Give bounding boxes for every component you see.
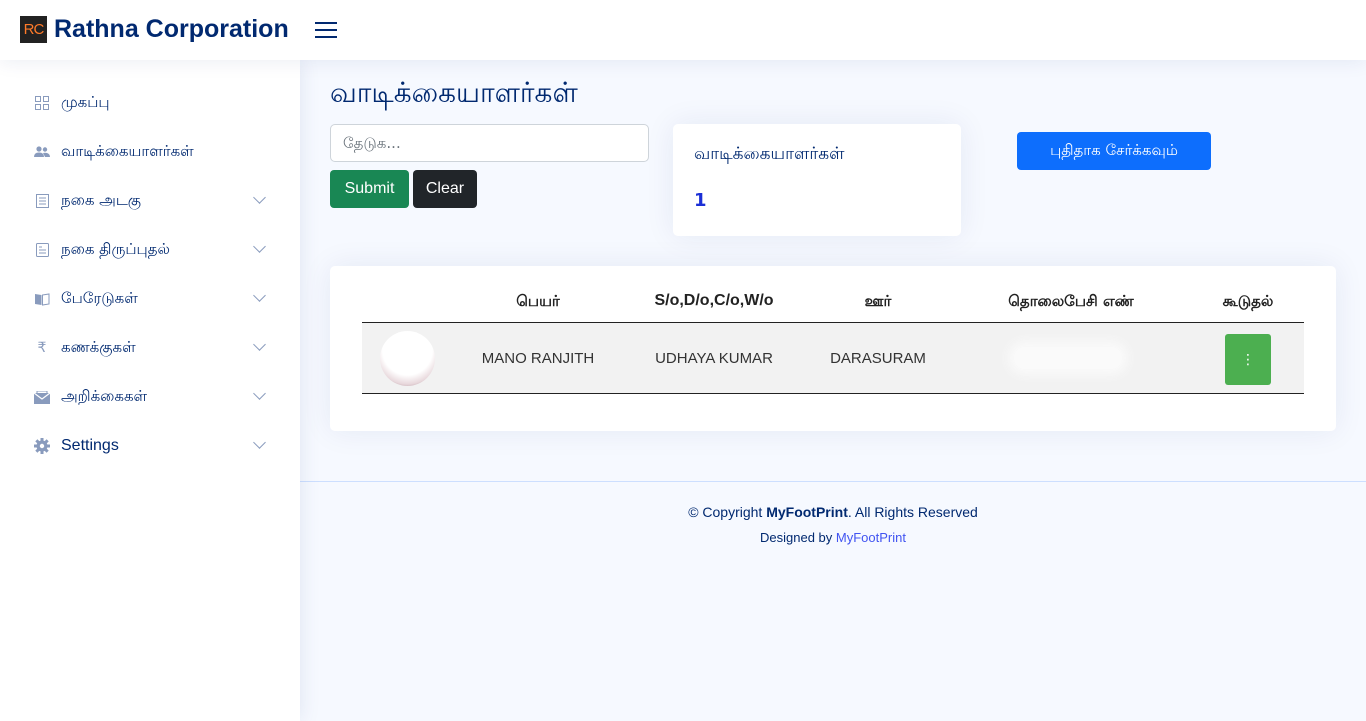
cell-name: MANO RANJITH [481, 350, 595, 367]
chevron-down-icon [253, 240, 266, 253]
people-icon [34, 144, 50, 160]
chevron-down-icon [253, 387, 266, 400]
chevron-down-icon [253, 338, 266, 351]
column-header-place: ஊர் [864, 292, 892, 310]
column-header-name: பெயர் [516, 292, 560, 310]
brand-name: Rathna Corporation [54, 15, 289, 43]
document-icon [34, 193, 50, 209]
credits: Designed by MyFootPrint [300, 530, 1366, 545]
sidebar-item-home[interactable]: முகப்பு [34, 90, 274, 116]
chevron-down-icon [253, 191, 266, 204]
designer-link[interactable]: MyFootPrint [836, 530, 906, 545]
chevron-down-icon [253, 289, 266, 302]
chevron-down-icon [253, 436, 266, 449]
column-header-phone: தொலைபேசி எண் [1008, 292, 1134, 310]
sidebar-item-label: நகை திருப்புதல் [61, 240, 170, 258]
cell-phone-redacted [1014, 347, 1122, 369]
copyright-suffix: . All Rights Reserved [847, 504, 978, 520]
page-title: வாடிக்கையாளர்கள் [330, 76, 578, 109]
copyright-brand: MyFootPrint [766, 504, 848, 520]
column-header-relation: S/o,D/o,C/o,W/o [654, 292, 774, 309]
book-icon [34, 291, 50, 307]
table-row[interactable]: MANO RANJITH UDHAYA KUMAR DARASURAM ⋮ [362, 322, 1304, 394]
customers-table: பெயர் S/o,D/o,C/o,W/o ஊர் தொலைபேசி எண் க… [330, 266, 1336, 431]
envelope-icon [34, 389, 50, 405]
sidebar-item-accounts[interactable]: ₹ கணக்குகள் [34, 335, 274, 361]
sidebar-item-label: பேரேடுகள் [61, 289, 138, 307]
sidebar-item-customers[interactable]: வாடிக்கையாளர்கள் [34, 139, 274, 165]
grid-icon [34, 95, 50, 111]
more-options-button[interactable]: ⋮ [1225, 334, 1271, 385]
gear-icon [34, 438, 50, 454]
hamburger-menu-icon[interactable] [315, 20, 337, 39]
sidebar-item-label: கணக்குகள் [61, 338, 136, 356]
sidebar-item-label: முகப்பு [61, 93, 110, 111]
credits-prefix: Designed by [760, 530, 836, 545]
logo-mark: RC [20, 16, 47, 43]
sidebar-item-label: அறிக்கைகள் [61, 387, 148, 405]
sidebar-item-redemption[interactable]: நகை திருப்புதல் [34, 237, 274, 263]
rupee-icon: ₹ [37, 340, 47, 356]
footer: © Copyright MyFootPrint. All Rights Rese… [300, 481, 1366, 721]
cell-place: DARASURAM [830, 350, 926, 367]
sidebar-item-label: Settings [61, 437, 119, 454]
logo[interactable]: RC Rathna Corporation [20, 15, 289, 44]
sidebar-item-reports[interactable]: அறிக்கைகள் [34, 384, 274, 410]
cell-relation: UDHAYA KUMAR [655, 350, 773, 367]
stat-value: 1 [694, 190, 707, 211]
sidebar-item-label: வாடிக்கையாளர்கள் [61, 142, 194, 160]
sidebar-item-settings[interactable]: Settings [34, 433, 274, 459]
sidebar: முகப்பு வாடிக்கையாளர்கள் நகை அடகு நகை தி… [0, 60, 300, 721]
customer-count-card: வாடிக்கையாளர்கள் 1 [673, 124, 961, 236]
column-header-more: கூடுதல் [1222, 292, 1274, 310]
clear-button[interactable]: Clear [413, 170, 477, 208]
sidebar-item-label: நகை அடகு [61, 191, 142, 209]
sidebar-item-ledgers[interactable]: பேரேடுகள் [34, 286, 274, 312]
copyright-prefix: © Copyright [688, 504, 767, 520]
stat-title: வாடிக்கையாளர்கள் [694, 144, 845, 164]
sidebar-item-pledge[interactable]: நகை அடகு [34, 188, 274, 214]
submit-button[interactable]: Submit [330, 170, 409, 208]
copyright: © Copyright MyFootPrint. All Rights Rese… [300, 504, 1366, 520]
add-customer-button[interactable]: புதிதாக சேர்க்கவும் [1017, 132, 1211, 170]
top-header: RC Rathna Corporation [0, 0, 1366, 60]
search-input[interactable] [330, 124, 649, 162]
customer-avatar [380, 331, 435, 386]
receipt-icon [34, 242, 50, 258]
